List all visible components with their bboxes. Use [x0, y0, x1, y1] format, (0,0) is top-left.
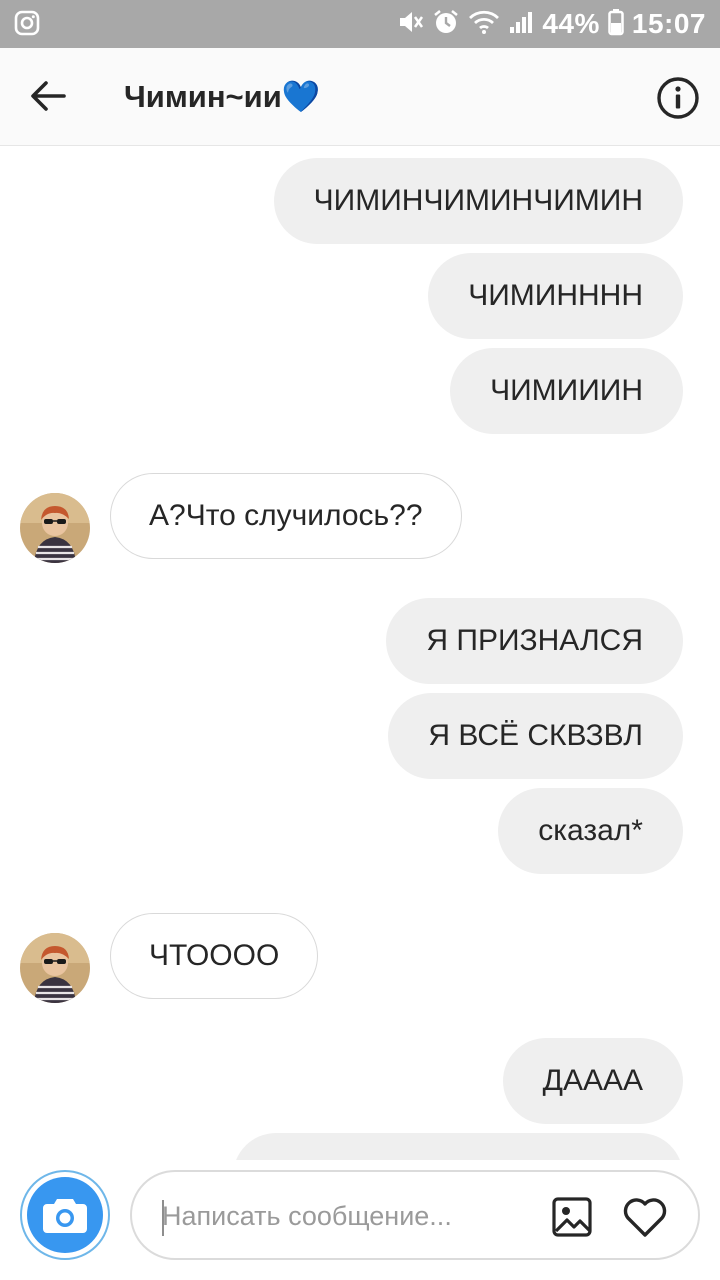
chat-header: Чимин~ии💙	[0, 48, 720, 146]
outgoing-message[interactable]: ДАААА	[502, 1038, 683, 1124]
instagram-notification-icon	[14, 10, 40, 41]
outgoing-message[interactable]: ЧИМИНЧИМИНЧИМИН	[273, 158, 683, 244]
message-input-container	[130, 1170, 700, 1260]
info-button[interactable]	[654, 74, 702, 122]
gallery-button[interactable]	[550, 1195, 594, 1239]
incoming-message[interactable]: А?Что случилось??	[110, 473, 462, 559]
wifi-icon	[468, 8, 500, 41]
outgoing-message[interactable]: Я ВСЁ СКВЗВЛ	[388, 693, 683, 779]
camera-icon	[43, 1199, 87, 1233]
heart-icon	[623, 1198, 667, 1237]
status-bar: 44% 15:07	[0, 0, 720, 48]
outgoing-message-partial[interactable]	[233, 1133, 683, 1160]
avatar[interactable]	[20, 493, 90, 563]
image-icon	[552, 1197, 592, 1237]
outgoing-message[interactable]: ЧИМИНННН	[428, 253, 683, 339]
incoming-message[interactable]: ЧТОООО	[110, 913, 319, 999]
arrow-left-icon	[31, 81, 66, 111]
alarm-icon	[432, 8, 460, 41]
battery-icon	[608, 8, 624, 41]
message-input[interactable]	[162, 1194, 522, 1238]
camera-button[interactable]	[20, 1170, 110, 1260]
message-composer	[0, 1160, 720, 1280]
mute-icon	[396, 8, 424, 41]
battery-percent: 44%	[542, 8, 600, 39]
status-time: 15:07	[631, 8, 706, 39]
message-thread[interactable]: ЧИМИНЧИМИНЧИМИН ЧИМИНННН ЧИМИИИН А?Что с…	[0, 147, 720, 1160]
back-button[interactable]	[24, 72, 72, 120]
outgoing-message[interactable]: Я ПРИЗНАЛСЯ	[386, 598, 683, 684]
avatar[interactable]	[20, 933, 90, 1003]
outgoing-message[interactable]: ЧИМИИИН	[450, 348, 683, 434]
signal-icon	[508, 9, 534, 40]
outgoing-message[interactable]: сказал*	[498, 788, 683, 874]
chat-title[interactable]: Чимин~ии💙	[124, 78, 320, 115]
info-circle-icon	[657, 77, 699, 119]
like-button[interactable]	[620, 1192, 670, 1242]
